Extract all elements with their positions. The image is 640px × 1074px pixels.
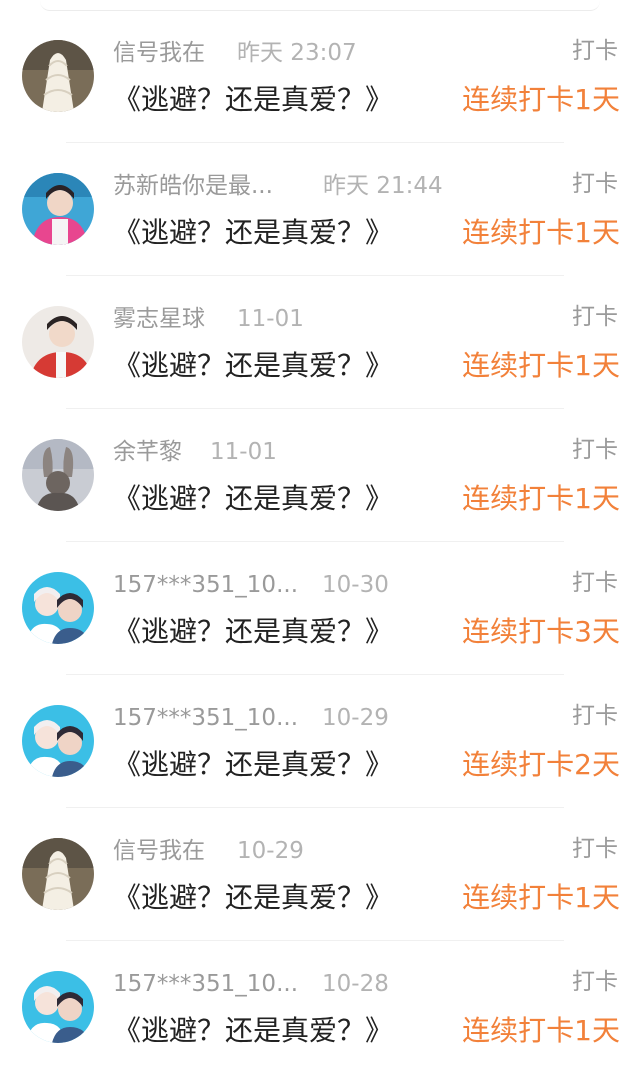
- checkin-entry[interactable]: 雾志星球 11-01 打卡 《逃避？还是真爱？》 连续打卡1天: [0, 276, 640, 409]
- two-boys-avatar-icon: [22, 971, 94, 1043]
- checkin-tag: 打卡: [572, 38, 618, 64]
- avatar[interactable]: [22, 173, 94, 245]
- streak-label: 连续打卡1天: [462, 83, 620, 116]
- checkin-tag: 打卡: [572, 969, 618, 995]
- checkin-tag: 打卡: [572, 304, 618, 330]
- book-title[interactable]: 《逃避？还是真爱？》: [113, 880, 393, 916]
- avatar[interactable]: [22, 705, 94, 777]
- timestamp: 11-01: [237, 306, 304, 332]
- checkin-tag: 打卡: [572, 703, 618, 729]
- user-name[interactable]: 157***351_10...: [113, 703, 298, 733]
- checkin-entry[interactable]: 157***351_10... 10-30 打卡 《逃避？还是真爱？》 连续打卡…: [0, 542, 640, 675]
- user-name[interactable]: 信号我在: [113, 836, 205, 866]
- user-name[interactable]: 157***351_10...: [113, 570, 298, 600]
- avatar[interactable]: [22, 838, 94, 910]
- checkin-entry[interactable]: 信号我在 昨天 23:07 打卡 《逃避？还是真爱？》 连续打卡1天: [0, 10, 640, 143]
- user-name[interactable]: 雾志星球: [113, 304, 205, 334]
- ice-cream-avatar-icon: [22, 40, 94, 112]
- pink-jacket-avatar-icon: [22, 173, 94, 245]
- streak-label: 连续打卡1天: [462, 216, 620, 249]
- checkin-tag: 打卡: [572, 570, 618, 596]
- avatar[interactable]: [22, 40, 94, 112]
- avatar[interactable]: [22, 306, 94, 378]
- user-name[interactable]: 苏新皓你是最...: [113, 171, 273, 201]
- book-title[interactable]: 《逃避？还是真爱？》: [113, 82, 393, 118]
- timestamp: 10-28: [322, 971, 389, 997]
- two-boys-avatar-icon: [22, 572, 94, 644]
- user-name[interactable]: 信号我在: [113, 38, 205, 68]
- avatar[interactable]: [22, 439, 94, 511]
- streak-label: 连续打卡2天: [462, 748, 620, 781]
- checkin-entry[interactable]: 苏新皓你是最... 昨天 21:44 打卡 《逃避？还是真爱？》 连续打卡1天: [0, 143, 640, 276]
- timestamp: 10-29: [322, 705, 389, 731]
- two-boys-avatar-icon: [22, 705, 94, 777]
- book-title[interactable]: 《逃避？还是真爱？》: [113, 747, 393, 783]
- checkin-tag: 打卡: [572, 836, 618, 862]
- book-title[interactable]: 《逃避？还是真爱？》: [113, 215, 393, 251]
- timestamp: 昨天 21:44: [323, 173, 443, 199]
- user-name[interactable]: 余芊黎: [113, 437, 182, 467]
- checkin-entry[interactable]: 余芊黎 11-01 打卡 《逃避？还是真爱？》 连续打卡1天: [0, 409, 640, 542]
- timestamp: 10-30: [322, 572, 389, 598]
- checkin-feed: 信号我在 昨天 23:07 打卡 《逃避？还是真爱？》 连续打卡1天 苏新皓你是…: [0, 10, 640, 1074]
- streak-label: 连续打卡1天: [462, 1014, 620, 1047]
- checkin-entry[interactable]: 157***351_10... 10-28 打卡 《逃避？还是真爱？》 连续打卡…: [0, 941, 640, 1074]
- timestamp: 10-29: [237, 838, 304, 864]
- book-title[interactable]: 《逃避？还是真爱？》: [113, 481, 393, 517]
- checkin-entry[interactable]: 157***351_10... 10-29 打卡 《逃避？还是真爱？》 连续打卡…: [0, 675, 640, 808]
- user-name[interactable]: 157***351_10...: [113, 969, 298, 999]
- book-title[interactable]: 《逃避？还是真爱？》: [113, 1013, 393, 1049]
- timestamp: 昨天 23:07: [237, 40, 357, 66]
- streak-label: 连续打卡1天: [462, 482, 620, 515]
- avatar[interactable]: [22, 572, 94, 644]
- ice-cream-avatar-icon: [22, 838, 94, 910]
- streak-label: 连续打卡1天: [462, 349, 620, 382]
- checkin-entry[interactable]: 信号我在 10-29 打卡 《逃避？还是真爱？》 连续打卡1天: [0, 808, 640, 941]
- streak-label: 连续打卡3天: [462, 615, 620, 648]
- checkin-tag: 打卡: [572, 171, 618, 197]
- red-shirt-avatar-icon: [22, 306, 94, 378]
- streak-label: 连续打卡1天: [462, 881, 620, 914]
- bunny-ears-avatar-icon: [22, 439, 94, 511]
- book-title[interactable]: 《逃避？还是真爱？》: [113, 348, 393, 384]
- book-title[interactable]: 《逃避？还是真爱？》: [113, 614, 393, 650]
- timestamp: 11-01: [210, 439, 277, 465]
- checkin-tag: 打卡: [572, 437, 618, 463]
- avatar[interactable]: [22, 971, 94, 1043]
